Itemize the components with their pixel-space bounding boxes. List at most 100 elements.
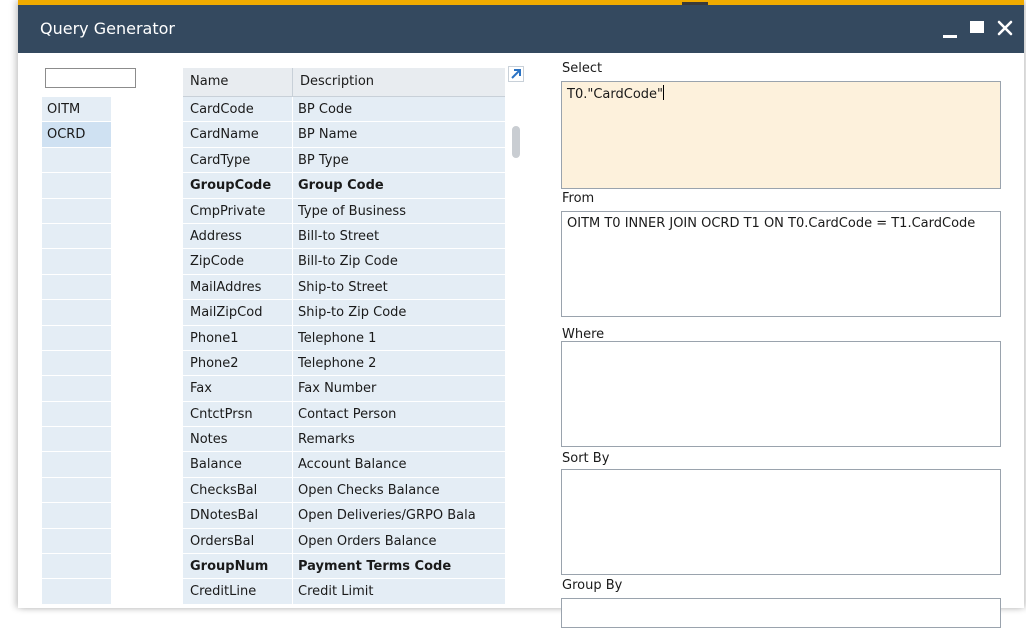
field-row[interactable]: CreditLine Credit Limit bbox=[183, 579, 505, 605]
field-description[interactable]: Account Balance bbox=[293, 452, 505, 476]
sortby-textarea[interactable] bbox=[561, 469, 1001, 575]
groupby-label: Group By bbox=[562, 578, 623, 593]
table-empty-row bbox=[42, 249, 111, 275]
field-description[interactable]: Bill-to Zip Code bbox=[293, 249, 505, 273]
select-label: Select bbox=[562, 61, 603, 76]
field-row[interactable]: Phone1 Telephone 1 bbox=[183, 325, 505, 351]
field-name[interactable]: Balance bbox=[183, 452, 293, 477]
table-empty-row bbox=[42, 376, 111, 402]
field-row[interactable]: Phone2 Telephone 2 bbox=[183, 350, 505, 377]
table-empty-row bbox=[42, 427, 111, 453]
field-name[interactable]: MailAddres bbox=[183, 274, 293, 300]
field-description[interactable]: Credit Limit bbox=[293, 579, 505, 603]
field-description[interactable]: Contact Person bbox=[293, 402, 505, 426]
field-row[interactable]: GroupNum Payment Terms Code bbox=[183, 554, 505, 580]
field-row[interactable]: CardCode BP Code bbox=[183, 97, 505, 123]
where-textarea[interactable] bbox=[561, 341, 1001, 447]
field-name[interactable]: DNotesBal bbox=[183, 503, 293, 528]
field-description[interactable]: Open Deliveries/GRPO Bala bbox=[293, 503, 505, 527]
minimize-icon bbox=[943, 35, 957, 38]
tables-list: OITM OCRD bbox=[42, 97, 111, 605]
from-textarea[interactable]: OITM T0 INNER JOIN OCRD T1 ON T0.CardCod… bbox=[561, 211, 1001, 317]
close-icon bbox=[997, 20, 1013, 36]
field-row[interactable]: ZipCode Bill-to Zip Code bbox=[183, 249, 505, 275]
field-name[interactable]: CntctPrsn bbox=[183, 401, 293, 427]
where-label: Where bbox=[562, 327, 605, 342]
table-empty-row bbox=[42, 325, 111, 351]
field-name[interactable]: GroupNum bbox=[183, 554, 293, 579]
fields-grid: Name Description CardCode BP Code CardName… bbox=[183, 68, 505, 605]
field-row[interactable]: OrdersBal Open Orders Balance bbox=[183, 528, 505, 555]
field-description[interactable]: BP Code bbox=[293, 97, 505, 121]
field-name[interactable]: CreditLine bbox=[183, 579, 293, 604]
field-row[interactable]: CardType BP Type bbox=[183, 147, 505, 174]
field-row[interactable]: DNotesBal Open Deliveries/GRPO Bala bbox=[183, 503, 505, 529]
field-name[interactable]: CardCode bbox=[183, 97, 293, 122]
field-description[interactable]: Bill-to Street bbox=[293, 224, 505, 248]
field-name[interactable]: CmpPrivate bbox=[183, 198, 293, 223]
field-description[interactable]: Payment Terms Code bbox=[293, 554, 505, 578]
field-row[interactable]: Fax Fax Number bbox=[183, 376, 505, 402]
field-description[interactable]: Telephone 2 bbox=[293, 351, 505, 375]
sortby-label: Sort By bbox=[562, 451, 610, 466]
field-name[interactable]: ZipCode bbox=[183, 249, 293, 274]
title-bar[interactable]: Query Generator bbox=[18, 5, 1024, 53]
field-name[interactable]: Address bbox=[183, 223, 293, 249]
column-header-description[interactable]: Description bbox=[293, 68, 505, 96]
field-description[interactable]: BP Type bbox=[293, 148, 505, 172]
from-label: From bbox=[562, 191, 595, 206]
field-name[interactable]: OrdersBal bbox=[183, 528, 293, 554]
select-textarea[interactable]: T0."CardCode" bbox=[561, 81, 1001, 189]
field-description[interactable]: Fax Number bbox=[293, 376, 505, 400]
maximize-button[interactable] bbox=[964, 13, 992, 43]
field-description[interactable]: Open Orders Balance bbox=[293, 529, 505, 553]
field-description[interactable]: Ship-to Zip Code bbox=[293, 300, 505, 324]
field-row[interactable]: ChecksBal Open Checks Balance bbox=[183, 477, 505, 504]
field-row[interactable]: Address Bill-to Street bbox=[183, 223, 505, 250]
field-name[interactable]: CardName bbox=[183, 122, 293, 147]
field-description[interactable]: Telephone 1 bbox=[293, 326, 505, 350]
table-empty-row bbox=[42, 401, 111, 428]
field-name[interactable]: CardType bbox=[183, 147, 293, 173]
field-description[interactable]: Group Code bbox=[293, 173, 505, 197]
field-row[interactable]: CntctPrsn Contact Person bbox=[183, 401, 505, 428]
field-name[interactable]: ChecksBal bbox=[183, 477, 293, 503]
field-row[interactable]: GroupCode Group Code bbox=[183, 173, 505, 199]
text-caret bbox=[663, 85, 664, 100]
maximize-icon bbox=[970, 21, 984, 33]
expand-icon[interactable] bbox=[508, 66, 524, 82]
field-name[interactable]: Fax bbox=[183, 376, 293, 401]
field-row[interactable]: MailAddres Ship-to Street bbox=[183, 274, 505, 301]
field-row[interactable]: Notes Remarks bbox=[183, 427, 505, 453]
table-item-ocrd[interactable]: OCRD bbox=[42, 122, 111, 148]
table-empty-row bbox=[42, 554, 111, 580]
field-description[interactable]: Open Checks Balance bbox=[293, 478, 505, 502]
table-empty-row bbox=[42, 452, 111, 478]
fields-body: CardCode BP Code CardName BP Name CardType BP… bbox=[183, 97, 505, 605]
scrollbar-thumb[interactable] bbox=[512, 126, 520, 158]
table-empty-row bbox=[42, 147, 111, 174]
groupby-textarea[interactable] bbox=[561, 598, 1001, 628]
table-empty-row bbox=[42, 528, 111, 555]
table-search-input[interactable] bbox=[45, 68, 136, 88]
table-item-oitm[interactable]: OITM bbox=[42, 97, 111, 123]
field-name[interactable]: Notes bbox=[183, 427, 293, 452]
field-row[interactable]: Balance Account Balance bbox=[183, 452, 505, 478]
field-row[interactable]: CardName BP Name bbox=[183, 122, 505, 148]
table-empty-row bbox=[42, 223, 111, 250]
minimize-button[interactable] bbox=[937, 13, 965, 43]
window-title: Query Generator bbox=[40, 19, 175, 38]
field-name[interactable]: MailZipCod bbox=[183, 300, 293, 325]
field-name[interactable]: Phone2 bbox=[183, 350, 293, 376]
field-description[interactable]: Remarks bbox=[293, 427, 505, 451]
field-row[interactable]: CmpPrivate Type of Business bbox=[183, 198, 505, 224]
field-description[interactable]: BP Name bbox=[293, 122, 505, 146]
field-description[interactable]: Ship-to Street bbox=[293, 275, 505, 299]
table-empty-row bbox=[42, 503, 111, 529]
field-name[interactable]: Phone1 bbox=[183, 325, 293, 350]
close-button[interactable] bbox=[992, 13, 1020, 43]
column-header-name[interactable]: Name bbox=[183, 68, 293, 96]
field-row[interactable]: MailZipCod Ship-to Zip Code bbox=[183, 300, 505, 326]
field-name[interactable]: GroupCode bbox=[183, 173, 293, 198]
field-description[interactable]: Type of Business bbox=[293, 199, 505, 223]
